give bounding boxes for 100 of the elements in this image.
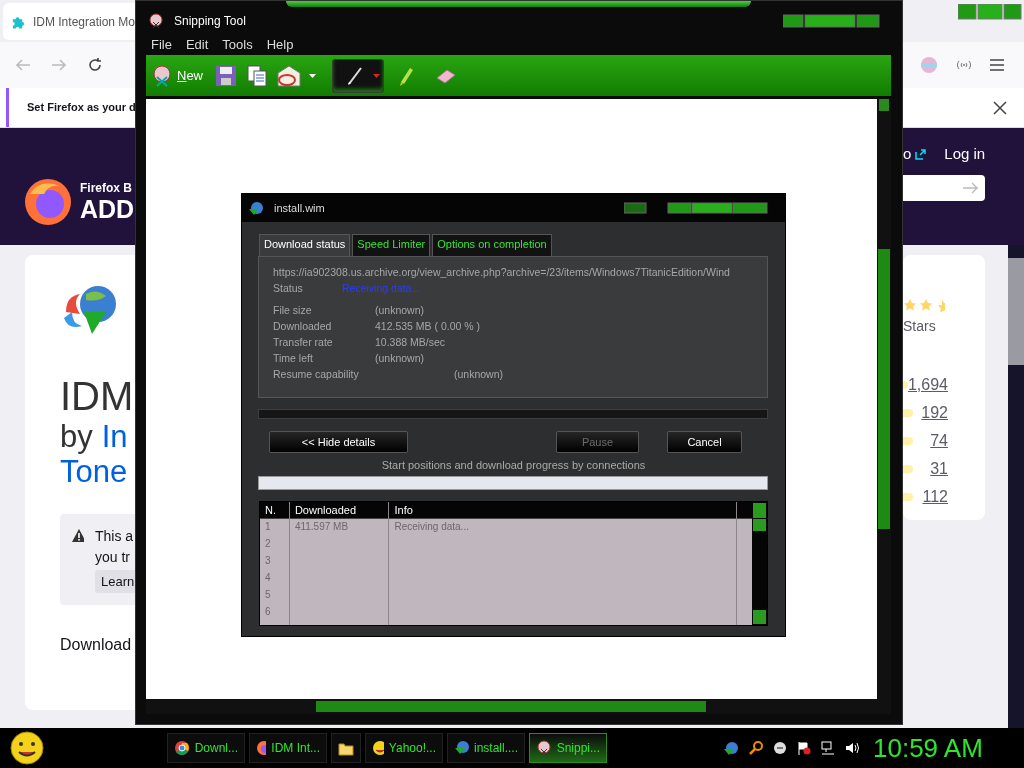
taskbar-button[interactable]: Yahoo!... — [365, 733, 443, 763]
rating-count-link[interactable]: 112 — [922, 485, 948, 509]
close-icon[interactable] — [993, 100, 1007, 115]
byline-text: by — [60, 418, 93, 456]
arrow-icon — [963, 182, 979, 194]
brand-text: Firefox B — [80, 181, 133, 194]
dialog-title: install.wim — [274, 201, 325, 216]
warning-text: This a — [95, 527, 135, 547]
caret-icon — [373, 73, 380, 78]
menu-item[interactable]: Help — [266, 35, 294, 55]
rating-count-link[interactable]: 31 — [930, 457, 948, 481]
menu-item[interactable]: Tools — [222, 35, 253, 55]
blog-link[interactable]: o — [903, 142, 927, 166]
column-header[interactable]: Info — [389, 501, 736, 519]
menu-item[interactable]: File — [151, 35, 172, 55]
brand-heading: ADD — [80, 196, 135, 222]
rating-bar — [903, 465, 913, 473]
table-cell-text: 1 — [264, 519, 272, 534]
vertical-scrollbar[interactable] — [1008, 245, 1024, 728]
field-label: Transfer rate — [273, 334, 334, 350]
rating-bar — [903, 493, 913, 501]
pen-tool-button[interactable] — [332, 58, 384, 93]
search-field[interactable] — [903, 175, 985, 201]
description-text: Download — [60, 635, 133, 656]
author-link[interactable]: In — [101, 418, 128, 456]
window-buttons-drawing[interactable] — [783, 14, 881, 29]
stars-icon — [903, 297, 945, 312]
globe-icon[interactable] — [723, 741, 739, 755]
table-cell-text: 5 — [264, 587, 272, 602]
rating-count-link[interactable]: 74 — [930, 429, 948, 453]
horizontal-scrollbar[interactable] — [146, 699, 891, 714]
status-icon[interactable] — [773, 741, 787, 755]
clock-text[interactable]: 10:59 AM — [873, 728, 983, 768]
column-header[interactable]: Downloaded — [289, 501, 389, 519]
dialog-tab[interactable]: Speed Limiter — [352, 234, 431, 256]
rating-bar — [903, 409, 913, 417]
field-value: (unknown) — [375, 302, 425, 318]
taskbar-button[interactable]: IDM Int... — [249, 733, 327, 763]
browser-tab[interactable]: IDM Integration Mo — [3, 3, 135, 40]
rating-count-link[interactable]: 1,694 — [907, 373, 948, 397]
taskbar-button[interactable]: install.... — [447, 733, 525, 763]
rating-count-link[interactable]: 192 — [921, 401, 948, 425]
field-label: File size — [273, 302, 313, 318]
field-value: 10.388 MB/sec — [375, 334, 446, 350]
taskbar-button[interactable]: Snippi... — [529, 733, 607, 763]
vertical-scrollbar[interactable] — [877, 99, 891, 700]
chrome-icon — [174, 740, 190, 756]
volume-icon[interactable] — [845, 741, 859, 755]
extension-icon[interactable] — [956, 60, 972, 70]
field-label: Time left — [273, 350, 314, 366]
field-value: 412.535 MB ( 0.00 % ) — [375, 318, 481, 334]
addon-title: IDM — [60, 374, 135, 418]
table-cell-text: 2 — [264, 536, 272, 551]
field-value: (unknown) — [454, 366, 504, 382]
table-cell-text: 3 — [264, 553, 272, 568]
table-cell-text: 411.597 MB — [293, 519, 350, 534]
globe-icon — [248, 201, 264, 216]
copy-icon[interactable] — [247, 64, 267, 87]
field-label: Downloaded — [273, 318, 333, 334]
window-buttons-drawing[interactable] — [624, 202, 769, 215]
rating-bar — [903, 381, 908, 389]
table-cell-text: 4 — [264, 570, 272, 585]
external-link-icon — [915, 148, 927, 160]
envelope-icon — [277, 64, 301, 87]
author-link[interactable]: Tone — [60, 455, 135, 490]
dialog-tab[interactable]: Download status — [259, 234, 351, 256]
rating-bar — [903, 437, 913, 445]
table-cell-text: 6 — [264, 604, 272, 619]
caret-icon — [309, 73, 316, 78]
flag-icon[interactable] — [797, 741, 811, 755]
new-snip-button[interactable]: New — [149, 62, 205, 89]
dialog-button[interactable]: Cancel — [667, 430, 742, 453]
dialog-button[interactable]: << Hide details — [269, 430, 408, 453]
table-scrollbar[interactable] — [737, 501, 767, 625]
save-icon[interactable] — [215, 64, 237, 87]
emoji-start-icon[interactable] — [9, 731, 45, 765]
dialog-tab[interactable]: Options on completion — [432, 234, 552, 256]
field-label: Resume capability — [273, 366, 360, 382]
warning-icon — [72, 529, 84, 543]
menu-icon[interactable] — [990, 59, 1004, 71]
send-snip-button[interactable] — [277, 64, 316, 87]
caption-text: Start positions and download progress by connections — [380, 458, 647, 472]
banner-text: Set Firefox as your d — [27, 100, 136, 116]
warning-text: you tr — [95, 548, 131, 568]
status-value: Receiving data... — [342, 280, 421, 296]
rating-label: Stars — [903, 317, 937, 336]
taskbar-button[interactable]: Downl... — [167, 733, 245, 763]
folder-icon — [338, 740, 354, 756]
column-header[interactable]: N. — [260, 501, 289, 519]
field-label: Status — [273, 280, 304, 296]
login-link[interactable]: Log in — [944, 142, 986, 166]
field-value: (unknown) — [375, 350, 425, 366]
search-icon[interactable] — [749, 741, 763, 755]
scissors-icon — [151, 64, 173, 87]
menu-item[interactable]: Edit — [185, 35, 209, 55]
learn-more-button[interactable]: Learn — [95, 570, 135, 594]
reload-icon[interactable] — [87, 57, 103, 73]
network-icon[interactable] — [821, 741, 835, 755]
taskbar-button[interactable] — [331, 733, 361, 763]
firefox-icon — [256, 740, 267, 756]
